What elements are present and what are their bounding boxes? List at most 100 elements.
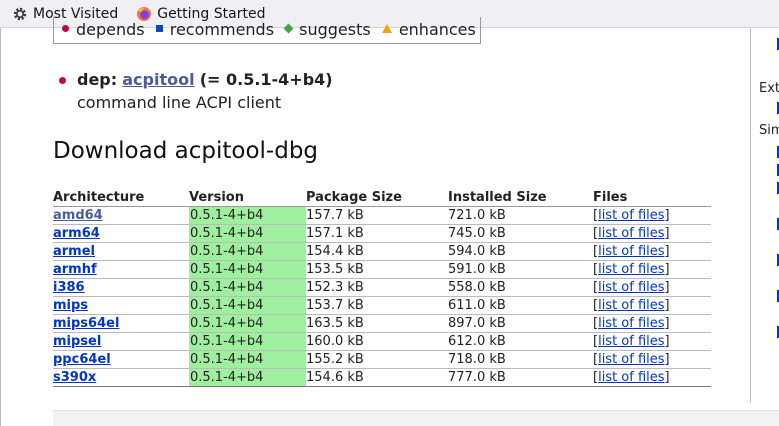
cell-files: [list of files] <box>593 314 711 333</box>
list-of-files-link[interactable]: list of files <box>598 370 664 385</box>
table-row: mipsel 0.5.1-4+b4 160.0 kB 612.0 kB [list of… <box>53 332 711 351</box>
architecture-link[interactable]: amd64 <box>53 208 103 223</box>
cell-installed-size: 611.0 kB <box>448 296 593 315</box>
table-row: i386 0.5.1-4+b4 152.3 kB 558.0 kB [list of f… <box>53 278 711 297</box>
legend-label: recommends <box>169 20 275 39</box>
cell-files: [list of files] <box>593 278 711 297</box>
cell-installed-size: 594.0 kB <box>448 242 593 261</box>
header-files: Files <box>593 190 711 207</box>
header-package-size: Package Size <box>306 190 448 207</box>
cell-version: 0.5.1-4+b4 <box>189 278 306 297</box>
list-of-files-link[interactable]: list of files <box>598 316 664 331</box>
table-row: arm64 0.5.1-4+b4 157.1 kB 745.0 kB [list of … <box>53 224 711 243</box>
architecture-link[interactable]: mips64el <box>53 316 119 331</box>
footer-bar <box>53 410 779 426</box>
cell-architecture: mips <box>53 296 189 315</box>
orange-triangle-icon <box>381 24 392 33</box>
list-of-files-link[interactable]: list of files <box>598 262 664 277</box>
table-row: ppc64el 0.5.1-4+b4 155.2 kB 718.0 kB [list o… <box>53 350 711 369</box>
dep-prefix: dep: <box>77 70 118 89</box>
cell-installed-size: 612.0 kB <box>448 332 593 351</box>
cell-architecture: mips64el <box>53 314 189 333</box>
dep-description: command line ACPI client <box>77 93 282 112</box>
download-heading: Download acpitool-dbg <box>53 138 319 164</box>
cell-files: [list of files] <box>593 296 711 315</box>
dep-package-link[interactable]: acpitool <box>122 70 194 89</box>
cell-version: 0.5.1-4+b4 <box>189 296 306 315</box>
cell-architecture: ppc64el <box>53 350 189 369</box>
architecture-link[interactable]: arm64 <box>53 226 100 241</box>
cell-package-size: 154.4 kB <box>306 242 448 261</box>
dependency-entry: dep: acpitool (= 0.5.1-4+b4) command lin… <box>59 70 333 112</box>
table-row: armhf 0.5.1-4+b4 153.5 kB 591.0 kB [list of … <box>53 260 711 279</box>
list-of-files-link[interactable]: list of files <box>598 226 664 241</box>
cell-package-size: 153.5 kB <box>306 260 448 279</box>
cell-files: [list of files] <box>593 206 711 225</box>
cell-installed-size: 591.0 kB <box>448 260 593 279</box>
cell-installed-size: 897.0 kB <box>448 314 593 333</box>
cell-package-size: 154.6 kB <box>306 368 448 387</box>
sidebar-divider <box>750 28 751 402</box>
cell-files: [list of files] <box>593 332 711 351</box>
cell-architecture: mipsel <box>53 332 189 351</box>
cell-version: 0.5.1-4+b4 <box>189 260 306 279</box>
table-row: amd64 0.5.1-4+b4 157.7 kB 721.0 kB [list of … <box>53 206 711 225</box>
list-of-files-link[interactable]: list of files <box>598 244 664 259</box>
table-row: mips 0.5.1-4+b4 153.7 kB 611.0 kB [list of f… <box>53 296 711 315</box>
cell-package-size: 157.1 kB <box>306 224 448 243</box>
blue-square-icon <box>155 25 163 32</box>
architecture-link[interactable]: armel <box>53 244 95 259</box>
legend-label: enhances <box>398 20 476 39</box>
architecture-link[interactable]: mips <box>53 298 88 313</box>
red-dot-icon <box>59 77 66 84</box>
cell-files: [list of files] <box>593 242 711 261</box>
red-dot-icon <box>62 25 69 32</box>
cell-files: [list of files] <box>593 368 711 387</box>
download-table: Architecture Version Package Size Instal… <box>53 190 711 387</box>
cell-installed-size: 721.0 kB <box>448 206 593 225</box>
header-architecture: Architecture <box>53 190 189 207</box>
cell-installed-size: 558.0 kB <box>448 278 593 297</box>
cell-architecture: armel <box>53 242 189 261</box>
page-border <box>0 28 1 426</box>
dependency-legend: depends recommends suggests enhances <box>53 17 481 44</box>
legend-suggests: suggests <box>283 20 371 39</box>
cell-package-size: 153.7 kB <box>306 296 448 315</box>
list-of-files-link[interactable]: list of files <box>598 280 664 295</box>
cell-package-size: 163.5 kB <box>306 314 448 333</box>
table-row: armel 0.5.1-4+b4 154.4 kB 594.0 kB [list of … <box>53 242 711 261</box>
architecture-link[interactable]: ppc64el <box>53 352 111 367</box>
table-row: mips64el 0.5.1-4+b4 163.5 kB 897.0 kB [list … <box>53 314 711 333</box>
architecture-link[interactable]: mipsel <box>53 334 101 349</box>
gear-icon <box>13 7 27 20</box>
legend-recommends: recommends <box>155 20 275 39</box>
cell-architecture: i386 <box>53 278 189 297</box>
legend-depends: depends <box>62 20 145 39</box>
cell-package-size: 160.0 kB <box>306 332 448 351</box>
cell-installed-size: 718.0 kB <box>448 350 593 369</box>
list-of-files-link[interactable]: list of files <box>598 208 664 223</box>
cell-architecture: amd64 <box>53 206 189 225</box>
cell-version: 0.5.1-4+b4 <box>189 332 306 351</box>
header-installed-size: Installed Size <box>448 190 593 207</box>
dep-version: (= 0.5.1-4+b4) <box>199 70 333 89</box>
legend-label: depends <box>76 20 145 39</box>
cell-version: 0.5.1-4+b4 <box>189 242 306 261</box>
list-of-files-link[interactable]: list of files <box>598 334 664 349</box>
sidebar-label-sim: Sim <box>759 123 779 138</box>
cell-installed-size: 777.0 kB <box>448 368 593 387</box>
cell-version: 0.5.1-4+b4 <box>189 206 306 225</box>
table-row: s390x 0.5.1-4+b4 154.6 kB 777.0 kB [list of … <box>53 368 711 387</box>
architecture-link[interactable]: i386 <box>53 280 85 295</box>
architecture-link[interactable]: s390x <box>53 370 96 385</box>
cell-package-size: 157.7 kB <box>306 206 448 225</box>
cell-version: 0.5.1-4+b4 <box>189 368 306 387</box>
list-of-files-link[interactable]: list of files <box>598 298 664 313</box>
sidebar-label-ext: Ext <box>759 81 779 96</box>
cell-installed-size: 745.0 kB <box>448 224 593 243</box>
architecture-link[interactable]: armhf <box>53 262 97 277</box>
list-of-files-link[interactable]: list of files <box>598 352 664 367</box>
green-diamond-icon <box>283 23 294 34</box>
legend-label: suggests <box>299 20 371 39</box>
cell-version: 0.5.1-4+b4 <box>189 350 306 369</box>
